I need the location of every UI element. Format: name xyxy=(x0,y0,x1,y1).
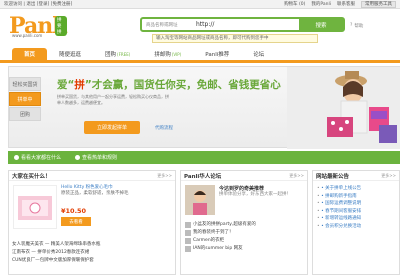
more-link[interactable]: 更多>> xyxy=(289,173,304,179)
help-link[interactable]: ? 帮助 xyxy=(350,21,390,30)
start-pin-button[interactable]: 立即发起拼单 xyxy=(84,121,140,134)
info-icon xyxy=(75,155,81,160)
forum-panel: Panli华人论坛 更多>> 今达到罗的奇美推荐 拼单体验分享，好东西大家一起拼… xyxy=(180,170,308,275)
hero-model-photo xyxy=(287,67,400,149)
search-tip: 输入淘宝等网站商品网址或商品名称，即可代购到您手中 xyxy=(152,34,318,43)
hero-side-tabs: 轻松买国货 拼单中 团购 xyxy=(9,67,41,149)
notice-panel: 网站最新公告 更多>> • 关于拼单上线公告 • 拼邮购新手指南 • 国际运费调… xyxy=(312,170,400,275)
tab-group-buy[interactable]: 团购 (FREE) xyxy=(93,48,142,60)
product-image[interactable] xyxy=(13,185,57,229)
tools-dropdown[interactable]: 常用服务工具 xyxy=(361,0,396,8)
trending-list: 女人装魔天美衣 — 精美人架海绵珠串香水瓶 江南布衣 — 拼单价秀2012春款连… xyxy=(12,241,172,265)
side-tab-pin[interactable]: 拼单中 xyxy=(9,92,41,106)
forum-item[interactable]: 我的春装终于到了！ xyxy=(185,229,305,237)
search-button[interactable]: 搜索 xyxy=(299,18,343,31)
list-item[interactable]: 女人装魔天美衣 — 精美人架海绵珠串香水瓶 xyxy=(12,241,172,249)
forum-list: 小盆友的拼拼party,超级有爱的 我的春装终于到了！ Carmen的衣柜 IA… xyxy=(185,221,305,253)
forum-item[interactable]: Carmen的衣柜 xyxy=(185,237,305,245)
main-nav: 首页 随便逛逛 团购 (FREE) 拼邮购 (VIP) Panli推荐 论坛 xyxy=(0,48,400,63)
hero-action-bar: 看看大家都在什么 查看热单和规则 xyxy=(8,151,400,164)
see-rules-link[interactable]: 查看热单和规则 xyxy=(75,154,117,161)
notice-list: • 关于拼单上线公告 • 拼邮购新手指南 • 国际运费调整说明 • 春节期间客服… xyxy=(317,185,397,230)
trending-panel: 大家在买什么！ 更多>> Hello Kitty 粉色爱心毛巾 原装正品，柔软舒… xyxy=(8,170,176,275)
notice-item[interactable]: • 春节期间客服安排 xyxy=(317,208,397,216)
tab-recommend[interactable]: Panli推荐 xyxy=(193,48,241,60)
view-product-button[interactable]: 去看看 xyxy=(61,217,91,226)
product-price: ¥10.50 xyxy=(61,207,87,215)
top-bar: 欢迎访问 | 退出 [登录] [免费注册] 购物车 (0) 我的Panli 联系… xyxy=(0,0,400,9)
cart-link[interactable]: 购物车 (0) xyxy=(284,1,305,7)
my-panli-link[interactable]: 我的Panli xyxy=(311,1,331,7)
avatar xyxy=(185,230,191,236)
notice-item[interactable]: • 会员积分兑换活动 xyxy=(317,223,397,231)
side-tab-group[interactable]: 团购 xyxy=(9,107,41,121)
tab-pinyou[interactable]: 拼邮购 (VIP) xyxy=(142,48,193,60)
product-info[interactable]: Hello Kitty 粉色爱心毛巾 原装正品，柔软舒适，亲肤不掉毛 xyxy=(61,185,171,197)
forum-item[interactable]: IAN的summer bip 网友 xyxy=(185,245,305,253)
tab-browse[interactable]: 随便逛逛 xyxy=(47,48,93,60)
process-link[interactable]: 代购流程 xyxy=(155,125,173,131)
notice-item[interactable]: • 新增转运线路通知 xyxy=(317,215,397,223)
header: Panli 拼要拼 www.panli.com 商品名称或网址 http:// … xyxy=(0,9,400,45)
more-link[interactable]: 更多>> xyxy=(157,173,172,179)
notice-item[interactable]: • 关于拼单上线公告 xyxy=(317,185,397,193)
avatar xyxy=(185,246,191,252)
list-item[interactable]: 江南布衣 — 拼单价秀2012春款连衣裙 xyxy=(12,249,172,257)
forum-item[interactable]: 小盆友的拼拼party,超级有爱的 xyxy=(185,221,305,229)
panel-title: Panli华人论坛 xyxy=(184,173,222,180)
notice-item[interactable]: • 拼邮购新手指南 xyxy=(317,193,397,201)
side-tab-domestic[interactable]: 轻松买国货 xyxy=(9,77,41,91)
hero-description: 拼单买国货，与其他用户一起分享运费，轻松购买心仪商品，拼单人数越多，运费越便宜。 xyxy=(57,94,169,105)
list-item[interactable]: CUN优良厂—包牌中文版加厚保暖保护套 xyxy=(12,257,172,265)
login-links[interactable]: 欢迎访问 | 退出 [登录] [免费注册] xyxy=(4,1,284,7)
help-icon: ? xyxy=(350,23,353,28)
tab-home[interactable]: 首页 xyxy=(12,48,48,60)
info-icon xyxy=(14,155,19,160)
panel-title: 大家在买什么！ xyxy=(12,173,51,180)
service-link[interactable]: 联系客服 xyxy=(337,1,355,7)
see-buys-link[interactable]: 看看大家都在什么 xyxy=(14,154,61,161)
logo-url: www.panli.com xyxy=(12,33,43,38)
feature-post[interactable]: 今达到罗的奇美推荐 拼单体验分享，好东西大家一起拼！ xyxy=(219,186,305,198)
help-label: 帮助 xyxy=(354,23,364,29)
panel-title: 网站最新公告 xyxy=(316,173,350,180)
search-box: 商品名称或网址 http:// 搜索 xyxy=(140,17,345,32)
avatar xyxy=(185,222,191,228)
hero-headline: 爱“拼”才会赢，国货任你买，免邮、省钱更省心 xyxy=(57,79,281,91)
avatar xyxy=(185,238,191,244)
feature-desc: 拼单体验分享，好东西大家一起拼！ xyxy=(219,192,291,197)
more-link[interactable]: 更多>> xyxy=(381,173,396,179)
feature-avatar[interactable] xyxy=(185,185,215,215)
search-input[interactable]: http:// xyxy=(196,21,299,28)
search-type-label[interactable]: 商品名称或网址 xyxy=(142,22,196,28)
product-desc: 原装正品，柔软舒适，亲肤不掉毛 xyxy=(61,191,129,196)
tab-forum[interactable]: 论坛 xyxy=(241,48,276,60)
panli-logo[interactable]: Panli 拼要拼 www.panli.com xyxy=(9,13,68,39)
hero-banner: 轻松买国货 拼单中 团购 爱“拼”才会赢，国货任你买，免邮、省钱更省心 拼单买国… xyxy=(8,66,400,149)
notice-item[interactable]: • 国际运费调整说明 xyxy=(317,200,397,208)
logo-badge: 拼要拼 xyxy=(55,16,67,36)
